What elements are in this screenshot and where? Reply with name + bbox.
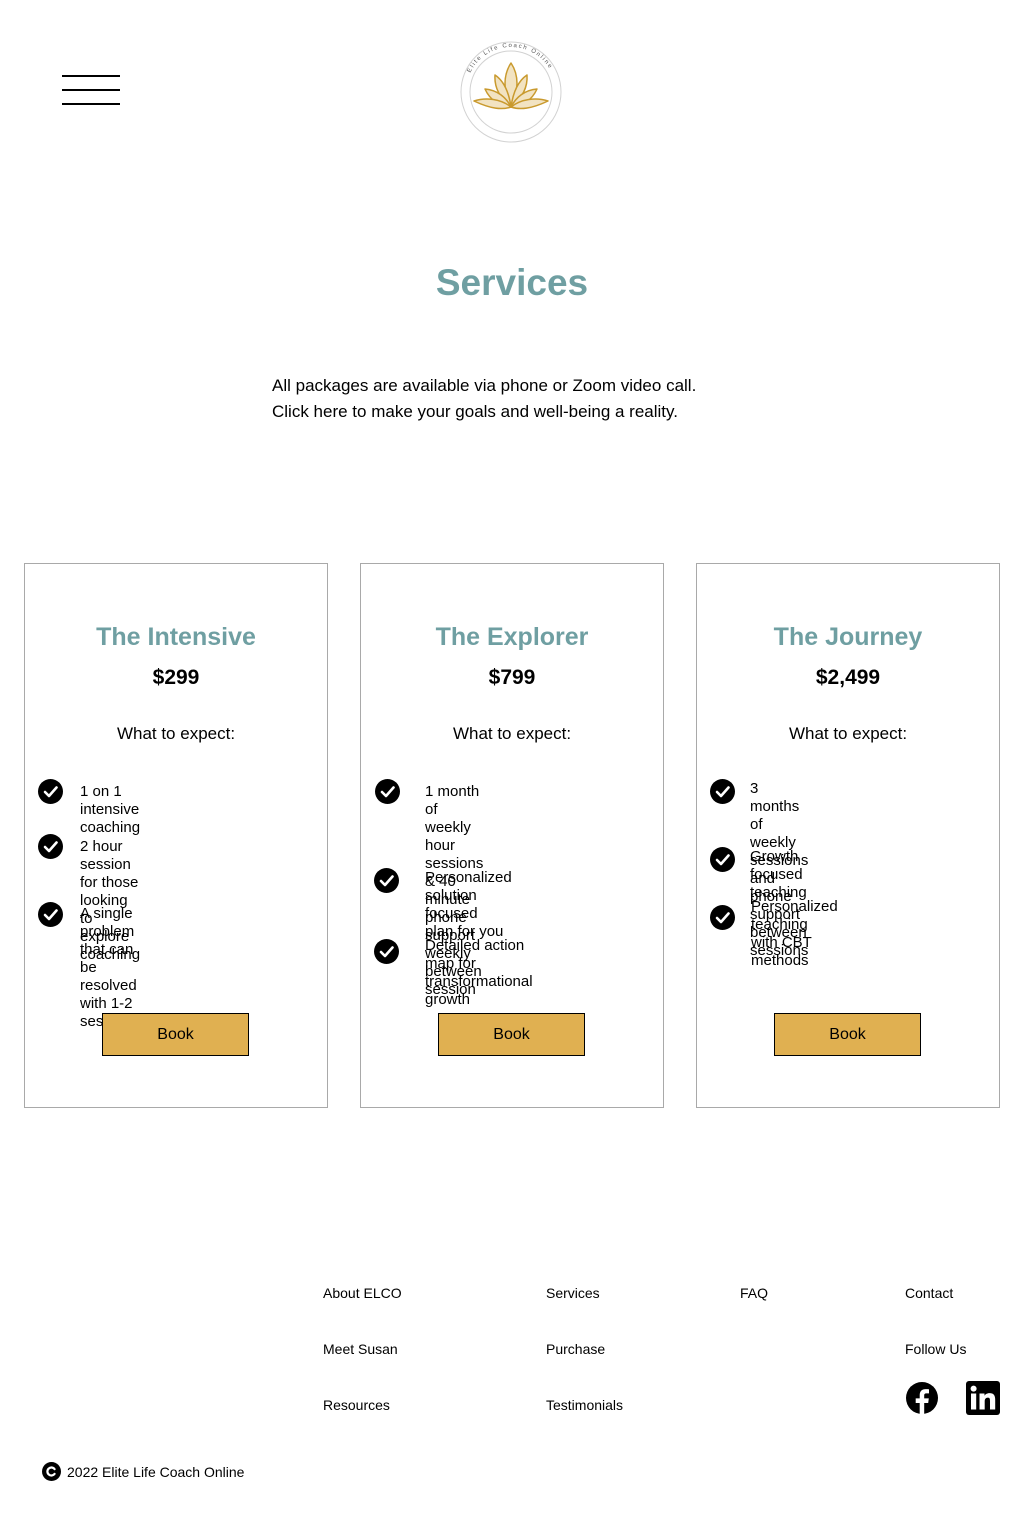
package-card-intensive: The Intensive $299 What to expect: 1 on … [24,563,328,1108]
footer-link-resources[interactable]: Resources [323,1397,390,1413]
menu-icon[interactable] [62,75,120,106]
feature-text: A single problem that can be [80,905,135,976]
feature-text: Growth focused teaching [750,848,807,901]
package-price: $799 [488,666,536,689]
feature-text: Detailed action map for [425,937,525,972]
feature-text: methods [751,952,809,969]
follow-us-label: Follow Us [905,1341,967,1357]
expect-heading: What to expect: [788,724,908,743]
book-button[interactable]: Book [438,1013,585,1056]
facebook-icon[interactable] [905,1381,939,1415]
copyright-text: 2022 Elite Life Coach Online [67,1463,245,1480]
menu-bar [62,75,120,77]
footer-link-contact[interactable]: Contact [905,1285,953,1301]
intro-line: All packages are available via phone or … [272,376,697,395]
footer-link-meet-susan[interactable]: Meet Susan [323,1341,398,1357]
footer-link-testimonials[interactable]: Testimonials [546,1397,623,1413]
package-price: $299 [152,666,200,689]
check-circle-icon [710,905,735,930]
feature-text: 2 hour session for those looking [80,838,139,909]
feature-text: Personalized teaching with CBT [751,898,838,951]
check-circle-icon [710,847,735,872]
footer-link-services[interactable]: Services [546,1285,600,1301]
book-button[interactable]: Book [102,1013,249,1056]
package-title: The Explorer [435,623,589,651]
check-circle-icon [38,779,63,804]
lotus-logo[interactable]: Elite Life Coach Online [460,41,562,143]
footer-link-faq[interactable]: FAQ [740,1285,768,1301]
copyright-icon [42,1462,61,1481]
feature-text: 1 month of weekly hour sessions [425,783,484,872]
check-circle-icon [374,939,399,964]
page-title: Services [435,262,589,303]
linkedin-icon[interactable] [966,1381,1000,1415]
intro-text: All packages are available via phone or … [272,373,792,425]
check-circle-icon [38,834,63,859]
check-circle-icon [375,779,400,804]
package-title: The Intensive [96,623,256,651]
package-card-journey: The Journey $2,499 What to expect: 3 mon… [696,563,1000,1108]
feature-text: transformational growth [425,973,533,1008]
copyright: 2022 Elite Life Coach Online [42,1462,244,1481]
intro-link[interactable]: Click here to make your goals and well-b… [272,399,792,425]
package-price: $2,499 [815,666,881,689]
footer-link-about[interactable]: About ELCO [323,1285,402,1301]
check-circle-icon [710,779,735,804]
check-circle-icon [38,902,63,927]
book-button[interactable]: Book [774,1013,921,1056]
check-circle-icon [374,868,399,893]
package-card-explorer: The Explorer $799 What to expect: 1 mont… [360,563,664,1108]
menu-bar [62,89,120,91]
expect-heading: What to expect: [452,724,572,743]
menu-bar [62,103,120,105]
footer-link-purchase[interactable]: Purchase [546,1341,605,1357]
feature-text: Personalized solution focused [425,869,512,922]
package-title: The Journey [773,623,923,651]
feature-text: 1 on 1 intensive coaching [80,783,141,836]
expect-heading: What to expect: [116,724,236,743]
